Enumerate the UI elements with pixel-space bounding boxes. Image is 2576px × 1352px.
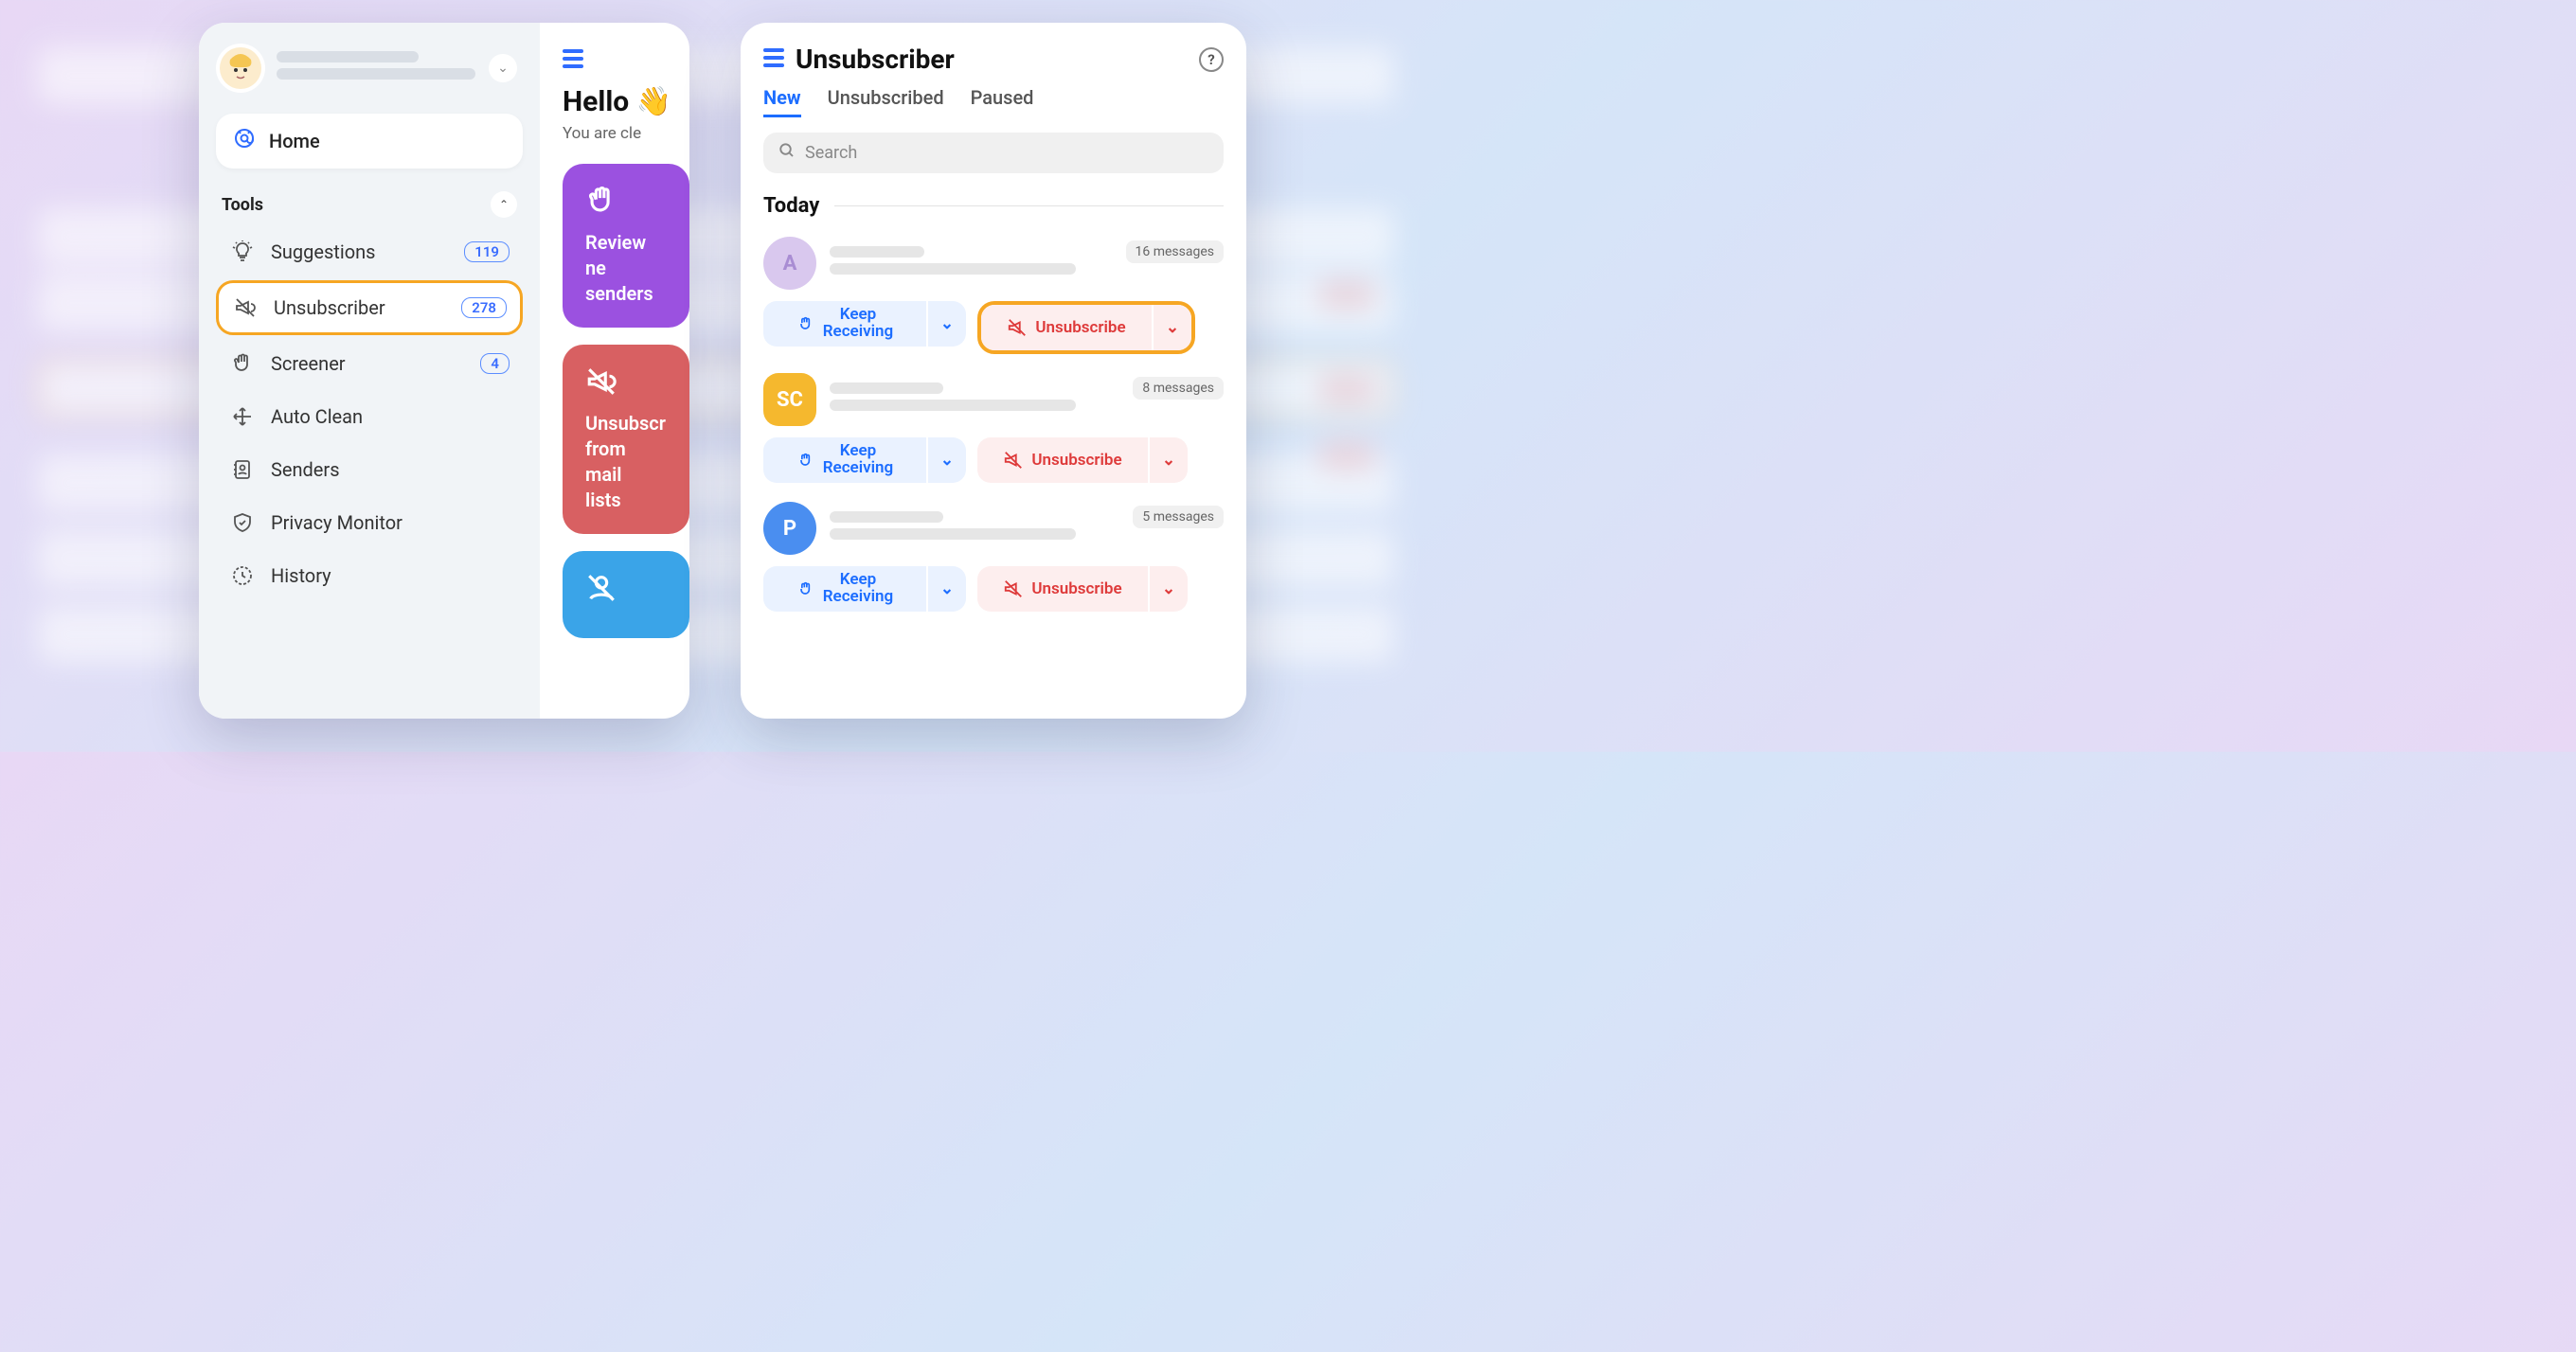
tool-screener[interactable]: Screener 4	[216, 339, 523, 388]
card-senders[interactable]	[563, 551, 689, 638]
tool-badge: 278	[461, 297, 507, 318]
keep-receiving-button[interactable]: Keep Receiving	[763, 301, 926, 347]
home-at-icon	[233, 127, 256, 155]
profile-menu-chevron-icon[interactable]: ⌄	[489, 54, 517, 82]
keep-dropdown-button[interactable]: ⌄	[928, 437, 966, 483]
card-screener[interactable]: Review ne senders	[563, 164, 689, 328]
message-count: 8 messages	[1133, 377, 1224, 400]
unsubscriber-panel: Unsubscriber ? New Unsubscribed Paused S…	[741, 23, 1246, 719]
sidebar-window: ⌄ Home Tools ⌃ Suggestions 119 Unsubscri…	[199, 23, 689, 719]
tool-history[interactable]: History	[216, 551, 523, 600]
greeting: Hello 👋	[563, 85, 689, 118]
tools-section-title: Tools	[222, 195, 263, 215]
tool-label: Privacy Monitor	[271, 511, 510, 534]
tool-senders[interactable]: Senders	[216, 445, 523, 494]
page-title: Unsubscriber	[796, 44, 1188, 75]
search-placeholder: Search	[805, 143, 857, 163]
sender-row: A 16 messages Keep Receiving ⌄ Unsubscri…	[763, 237, 1224, 354]
unsubscribe-dropdown-button[interactable]: ⌄	[1154, 305, 1191, 350]
sender-avatar: P	[763, 502, 816, 555]
tab-new[interactable]: New	[763, 86, 801, 117]
keep-receiving-button[interactable]: Keep Receiving	[763, 437, 926, 483]
keep-dropdown-button[interactable]: ⌄	[928, 301, 966, 347]
tool-label: Suggestions	[271, 240, 449, 263]
user-avatar	[216, 44, 265, 93]
greeting-subtitle: You are cle	[563, 124, 689, 143]
hand-icon	[229, 352, 256, 375]
megaphone-off-icon	[585, 365, 667, 401]
collapse-chevron-icon[interactable]: ⌃	[491, 191, 517, 218]
menu-icon[interactable]	[563, 49, 689, 68]
tool-label: Screener	[271, 352, 465, 375]
message-count: 5 messages	[1133, 506, 1224, 528]
unsubscribe-button[interactable]: Unsubscribe	[981, 305, 1152, 350]
contacts-icon	[229, 458, 256, 481]
keep-receiving-button[interactable]: Keep Receiving	[763, 566, 926, 612]
unsubscribe-button[interactable]: Unsubscribe	[977, 566, 1148, 612]
tool-label: Auto Clean	[271, 405, 510, 428]
home-button[interactable]: Home	[216, 114, 523, 169]
tab-unsubscribed[interactable]: Unsubscribed	[828, 86, 944, 117]
tool-unsubscriber[interactable]: Unsubscriber 278	[216, 280, 523, 335]
tabs: New Unsubscribed Paused	[763, 86, 1224, 117]
sender-row: P 5 messages Keep Receiving ⌄ Unsubscrib…	[763, 502, 1224, 612]
history-icon	[229, 564, 256, 587]
sender-name-placeholder	[830, 382, 1076, 417]
home-content-strip: Hello 👋 You are cle Review ne senders Un…	[540, 23, 689, 719]
card-text: Unsubscr from mail lists	[585, 411, 667, 513]
card-text: Review ne senders	[585, 230, 667, 307]
shield-check-icon	[229, 511, 256, 534]
sender-avatar: SC	[763, 373, 816, 426]
tool-label: Senders	[271, 458, 510, 481]
tools-section-header[interactable]: Tools ⌃	[222, 191, 517, 218]
user-off-icon	[585, 572, 667, 608]
keep-dropdown-button[interactable]: ⌄	[928, 566, 966, 612]
sender-avatar: A	[763, 237, 816, 290]
tool-auto-clean[interactable]: Auto Clean	[216, 392, 523, 441]
home-label: Home	[269, 130, 320, 152]
tool-suggestions[interactable]: Suggestions 119	[216, 227, 523, 276]
divider	[834, 205, 1224, 206]
megaphone-off-icon	[232, 296, 259, 319]
sender-name-placeholder	[830, 511, 1076, 545]
unsubscribe-dropdown-button[interactable]: ⌄	[1150, 566, 1188, 612]
tool-label: History	[271, 564, 510, 587]
lightbulb-icon	[229, 240, 256, 263]
tool-badge: 119	[464, 241, 510, 262]
sender-row: SC 8 messages Keep Receiving ⌄ Unsubscri…	[763, 373, 1224, 483]
tab-paused[interactable]: Paused	[971, 86, 1034, 117]
tool-badge: 4	[480, 353, 510, 374]
arrows-icon	[229, 405, 256, 428]
profile-name-placeholder	[277, 51, 475, 85]
section-today: Today	[763, 194, 819, 218]
help-icon[interactable]: ?	[1199, 47, 1224, 72]
search-icon	[778, 142, 796, 164]
sender-name-placeholder	[830, 246, 1076, 280]
tool-label: Unsubscriber	[274, 296, 446, 319]
tool-privacy-monitor[interactable]: Privacy Monitor	[216, 498, 523, 547]
unsubscribe-button[interactable]: Unsubscribe	[977, 437, 1148, 483]
card-unsubscribe[interactable]: Unsubscr from mail lists	[563, 345, 689, 534]
unsubscribe-dropdown-button[interactable]: ⌄	[1150, 437, 1188, 483]
search-input[interactable]: Search	[763, 133, 1224, 173]
profile-header[interactable]: ⌄	[216, 44, 523, 93]
message-count: 16 messages	[1126, 240, 1225, 263]
menu-icon[interactable]	[763, 48, 784, 71]
hand-icon	[585, 185, 667, 221]
